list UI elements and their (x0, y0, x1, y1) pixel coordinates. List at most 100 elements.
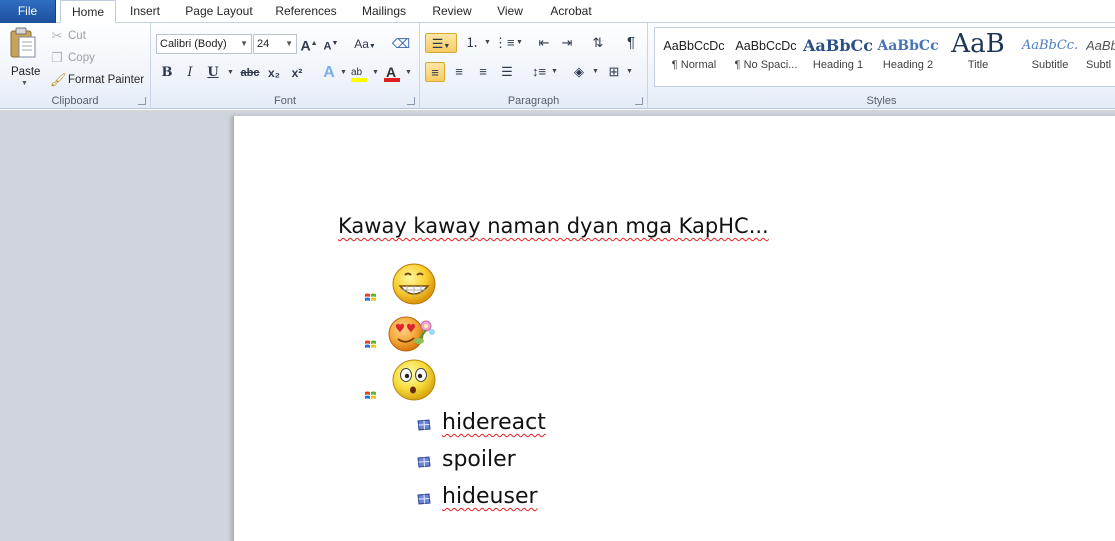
tab-acrobat[interactable]: Acrobat (542, 0, 600, 23)
bullets-button[interactable]: ☰▼ (425, 33, 457, 53)
bold-button[interactable]: B (157, 63, 177, 83)
grow-font-button[interactable]: A▲ (299, 34, 319, 54)
tab-mailings[interactable]: Mailings (354, 0, 414, 23)
cut-label: Cut (68, 30, 86, 42)
border-icon: ⊞ (608, 64, 620, 79)
font-name-select[interactable]: Calibri (Body) ▼ (156, 34, 252, 54)
numbering-icon: ⒈ (465, 35, 479, 50)
style-preview: AaBbC (1086, 38, 1115, 53)
tab-review[interactable]: Review (426, 0, 478, 23)
document-page[interactable]: Kaway kaway naman dyan mga KapHC... hide… (233, 116, 1115, 541)
shrink-font-button[interactable]: A▼ (321, 34, 341, 54)
paragraph-group: ☰▼ ⒈ ▼ ⋮≡ ▼ ⇤ ⇥ ⇅ ¶ ≡ ≡ ≡ ☰ ↕≡ ▼ ◈ ▼ ⊞ ▼… (420, 23, 648, 109)
list-item[interactable]: hideuser (442, 484, 538, 509)
style-heading-2[interactable]: AaBbCc Heading 2 (872, 29, 944, 83)
line-spacing-button[interactable]: ↕≡ (529, 62, 549, 82)
chevron-down-icon[interactable]: ▼ (626, 68, 633, 75)
font-color-button[interactable]: A (382, 63, 402, 83)
align-center-button[interactable]: ≡ (449, 62, 469, 82)
tab-references[interactable]: References (270, 0, 342, 23)
tab-page-layout[interactable]: Page Layout (180, 0, 258, 23)
underline-button[interactable]: U (203, 63, 223, 83)
eraser-icon: ⌫ (391, 36, 411, 51)
windows-flag-bullet-icon (365, 340, 376, 348)
paragraph-dialog-launcher-icon[interactable] (635, 97, 643, 105)
list-item[interactable]: spoiler (442, 447, 516, 472)
shrink-font-icon: A (323, 40, 332, 53)
shading-button[interactable]: ◈ (569, 62, 589, 82)
style-heading-1[interactable]: AaBbCc Heading 1 (802, 29, 874, 83)
change-case-button[interactable]: Aa▼ (351, 34, 379, 54)
align-left-icon: ≡ (431, 65, 439, 80)
style-name: Subtitle (1031, 59, 1069, 71)
copy-icon: ❐ (51, 50, 63, 65)
decrease-indent-button[interactable]: ⇤ (534, 33, 554, 53)
chevron-down-icon[interactable]: ▼ (592, 68, 599, 75)
blue-flag-bullet-icon (417, 419, 431, 431)
align-right-button[interactable]: ≡ (473, 62, 493, 82)
style-name: Title (967, 59, 989, 71)
style-subtle[interactable]: AaBbC Subtl (1086, 29, 1115, 83)
style-preview: AaBbCc (877, 38, 939, 54)
scissors-icon: ✂ (51, 28, 63, 43)
clipboard-dialog-launcher-icon[interactable] (138, 97, 146, 105)
highlight-button[interactable]: ab (349, 63, 369, 83)
justify-button[interactable]: ☰ (497, 62, 517, 82)
tab-file[interactable]: File (0, 0, 56, 23)
paintbrush-icon: 🖌 (50, 72, 67, 87)
sort-button[interactable]: ⇅ (588, 33, 608, 53)
font-dialog-launcher-icon[interactable] (407, 97, 415, 105)
align-left-button[interactable]: ≡ (425, 62, 445, 82)
tab-view[interactable]: View (490, 0, 530, 23)
strikethrough-button[interactable]: abc (237, 63, 263, 83)
numbering-button[interactable]: ⒈ (462, 33, 482, 53)
document-heading[interactable]: Kaway kaway naman dyan mga KapHC... (338, 214, 769, 238)
grinning-face-emoji-icon (392, 263, 436, 305)
bullets-icon: ☰ (431, 36, 444, 51)
show-formatting-button[interactable]: ¶ (621, 33, 641, 53)
increase-indent-button[interactable]: ⇥ (557, 33, 577, 53)
text-effects-button[interactable]: A (319, 63, 339, 83)
multilevel-list-button[interactable]: ⋮≡ (494, 33, 515, 53)
cut-button[interactable]: ✂ Cut (50, 28, 86, 44)
clipboard-group: Paste ▼ ✂ Cut ❐ Copy 🖌 Format Painter Clipb… (0, 23, 151, 109)
line-spacing-icon: ↕≡ (531, 64, 547, 79)
heart-eyes-flower-emoji-icon (388, 316, 435, 352)
svg-text:ab: ab (351, 67, 363, 78)
paste-button[interactable]: Paste ▼ (4, 25, 42, 87)
chevron-down-icon[interactable]: ▼ (405, 69, 412, 76)
borders-button[interactable]: ⊞ (604, 62, 624, 82)
style-name: ¶ Normal (671, 59, 717, 71)
font-size-select[interactable]: 24 ▼ (253, 34, 297, 54)
superscript-button[interactable]: x² (287, 63, 307, 83)
subscript-button[interactable]: x₂ (264, 63, 284, 83)
clear-formatting-button[interactable]: ⌫ (391, 34, 411, 54)
list-item[interactable]: hidereact (442, 410, 546, 435)
format-painter-button[interactable]: 🖌 Format Painter (50, 72, 144, 88)
paragraph-group-label: Paragraph (507, 95, 560, 107)
font-color-icon: A (384, 64, 400, 82)
style-preview: AaBbCcDc (735, 39, 797, 53)
styles-group-label: Styles (866, 95, 897, 107)
italic-button[interactable]: I (180, 63, 200, 83)
paste-dropdown-arrow[interactable]: ▼ (21, 80, 28, 87)
style-subtitle[interactable]: AaBbCc. Subtitle (1014, 29, 1086, 83)
style-name: Heading 1 (812, 59, 864, 71)
chevron-down-icon[interactable]: ▼ (551, 68, 558, 75)
chevron-down-icon[interactable]: ▼ (484, 39, 491, 46)
style-no-spacing[interactable]: AaBbCcDc ¶ No Spaci... (730, 29, 802, 83)
chevron-down-icon[interactable]: ▼ (340, 69, 347, 76)
copy-button[interactable]: ❐ Copy (50, 50, 95, 66)
clipboard-group-label: Clipboard (51, 95, 99, 107)
chevron-down-icon[interactable]: ▼ (372, 69, 379, 76)
sort-az-icon: ⇅ (592, 35, 604, 50)
chevron-down-icon[interactable]: ▼ (227, 69, 234, 76)
style-name: Subtl (1086, 59, 1112, 71)
copy-label: Copy (68, 52, 95, 64)
style-title[interactable]: AaB Title (942, 29, 1014, 83)
document-workspace: Kaway kaway naman dyan mga KapHC... hide… (0, 110, 1115, 541)
style-normal[interactable]: AaBbCcDc ¶ Normal (658, 29, 730, 83)
chevron-down-icon[interactable]: ▼ (516, 39, 523, 46)
tab-home[interactable]: Home (60, 0, 116, 24)
tab-insert[interactable]: Insert (122, 0, 168, 23)
